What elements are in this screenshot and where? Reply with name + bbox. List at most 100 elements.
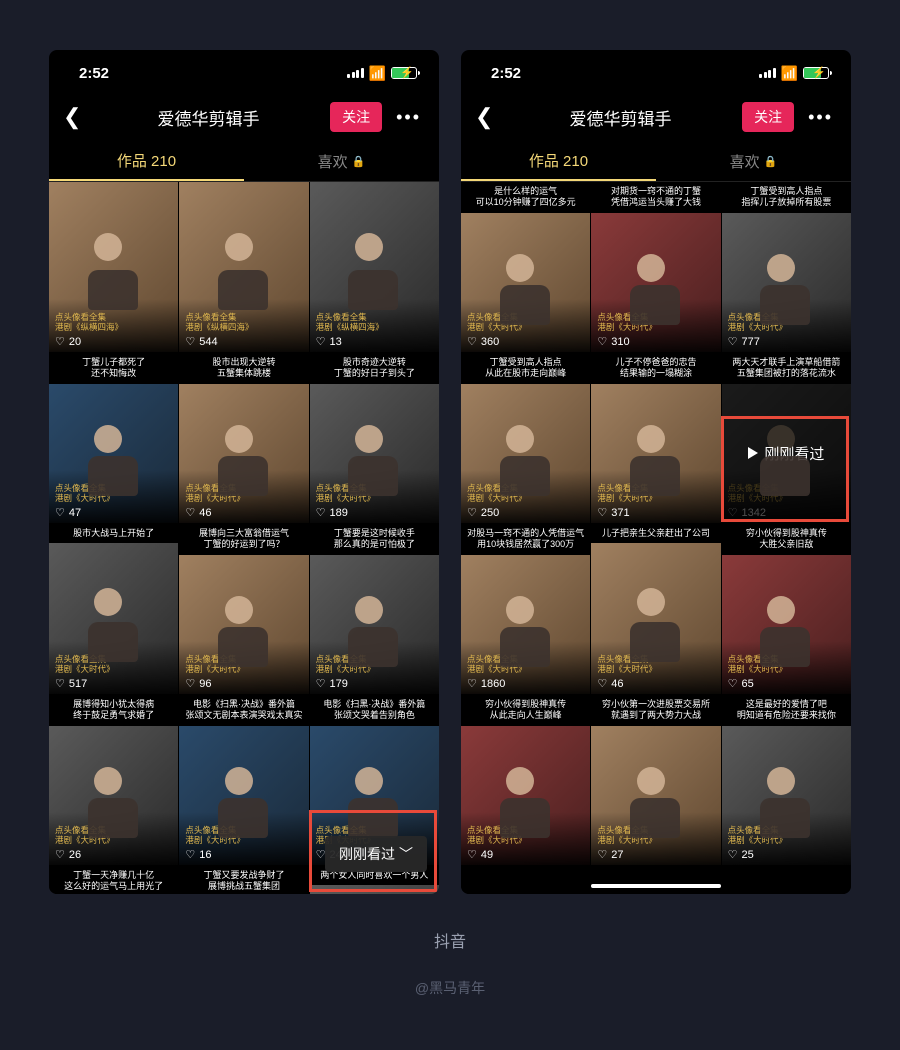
just-watched-overlay[interactable]: 刚刚看过: [722, 384, 851, 524]
like-count: ♡13: [316, 335, 433, 348]
video-cell[interactable]: 点头像看全集港剧《纵横四海》♡20: [49, 182, 178, 352]
video-cell[interactable]: 丁蟹一天净赚几十亿 这么好的运气马上用光了点头像看全集港剧《大时代》: [49, 866, 178, 894]
heart-icon: ♡: [467, 335, 477, 348]
like-count: ♡179: [316, 677, 433, 690]
video-cell[interactable]: 丁蟹儿子都死了 还不知悔改点头像看全集港剧《大时代》♡47: [49, 353, 178, 523]
series-label: 点头像看全集港剧《大时代》: [55, 484, 172, 504]
like-count: ♡777: [728, 335, 845, 348]
more-button[interactable]: •••: [392, 107, 425, 128]
just-watched-pill[interactable]: 刚刚看过﹀: [325, 836, 427, 872]
video-cell[interactable]: 儿子把亲生父亲赶出了公司点头像看全集港剧《大时代》♡46: [591, 524, 720, 694]
video-cell[interactable]: 股市出现大逆转 五蟹集体跳楼点头像看全集港剧《大时代》♡46: [179, 353, 308, 523]
heart-icon: ♡: [467, 677, 477, 690]
back-button[interactable]: ❮: [475, 104, 499, 130]
series-label: 点头像看全集港剧《纵横四海》: [185, 313, 302, 333]
series-label: 点头像看全集港剧《大时代》: [467, 484, 584, 504]
video-thumbnail: 点头像看全集港剧《大时代》♡46: [179, 384, 308, 524]
series-label: 点头像看全集港剧《大时代》: [467, 313, 584, 333]
video-thumbnail: 点头像看全集港剧《大时代》♡16: [179, 726, 308, 866]
like-count: ♡189: [316, 506, 433, 519]
video-cell[interactable]: 丁蟹受到高人指点 指挥儿子放掉所有股票点头像看全集港剧《大时代》 ♡777: [722, 182, 851, 352]
video-cell[interactable]: 点头像看全集港剧《纵横四海》♡13: [310, 182, 439, 352]
wifi-icon: 📶: [781, 65, 798, 82]
back-button[interactable]: ❮: [63, 104, 87, 130]
video-title: 两大天才联手上演草船借箭 五蟹集团被打的落花流水: [722, 353, 851, 384]
video-title: 对期货一窍不通的丁蟹 凭借鸿运当头赚了大钱: [591, 182, 720, 213]
video-cell[interactable]: 电影《扫黑·决战》番外篇 张颂文无剧本表演哭戏太真实点头像看全集港剧《大时代》♡…: [179, 695, 308, 865]
video-cell[interactable]: 穷小伙第一次进股票交易所 就遇到了两大势力大战点头像看全集港剧《大时代》♡27: [591, 695, 720, 865]
like-count: ♡46: [185, 506, 302, 519]
follow-button[interactable]: 关注: [742, 102, 794, 132]
heart-icon: ♡: [316, 506, 326, 519]
video-title: 丁蟹一天净赚几十亿 这么好的运气马上用光了: [49, 866, 178, 894]
video-meta: 点头像看全集港剧《大时代》♡250: [461, 470, 590, 523]
series-label: 点头像看全集港剧《大时代》: [728, 313, 845, 333]
video-thumbnail: 点头像看全集港剧《大时代》♡517: [49, 543, 178, 694]
phone-left: 2:52 📶 ⚡ ❮ 爱德华剪辑手 关注 ••• 作品 210 喜欢🔒 点头像看…: [49, 50, 439, 894]
video-meta: 点头像看全集港剧《大时代》♡371: [591, 470, 720, 523]
tab-works[interactable]: 作品 210: [461, 142, 656, 181]
heart-icon: ♡: [55, 335, 65, 348]
like-count: ♡371: [597, 506, 714, 519]
video-cell[interactable]: 丁蟹要是这时候收手 那么真的是可怕极了点头像看全集港剧《大时代》♡179: [310, 524, 439, 694]
heart-icon: ♡: [185, 506, 195, 519]
video-thumbnail: 点头像看全集港剧《大时代》♡189: [310, 384, 439, 524]
video-title: 穷小伙得到股神真传 大胜父亲旧敌: [722, 524, 851, 555]
signal-icon: [347, 68, 364, 78]
video-cell[interactable]: 是什么样的运气 可以10分钟赚了四亿多元点头像看全集港剧《大时代》♡360: [461, 182, 590, 352]
series-label: 点头像看全集港剧《大时代》: [728, 655, 845, 675]
heart-icon: ♡: [467, 848, 477, 861]
heart-icon: ♡: [597, 506, 607, 519]
video-cell[interactable]: 穷小伙得到股神真传 从此走向人生巅峰点头像看全集港剧《大时代》♡49: [461, 695, 590, 865]
video-meta: 点头像看全集港剧《大时代》♡16: [179, 812, 308, 865]
series-label: 点头像看全集港剧《大时代》: [55, 655, 172, 675]
video-thumbnail: 点头像看全集港剧《大时代》♡65: [722, 555, 851, 695]
video-meta: 点头像看全集港剧《大时代》♡25: [722, 812, 851, 865]
home-indicator[interactable]: [591, 884, 721, 888]
tab-likes[interactable]: 喜欢🔒: [244, 142, 439, 181]
video-cell[interactable]: 丁蟹受到高人指点 从此在股市走向巅峰点头像看全集港剧《大时代》♡250: [461, 353, 590, 523]
tab-likes[interactable]: 喜欢🔒: [656, 142, 851, 181]
video-title: 是什么样的运气 可以10分钟赚了四亿多元: [461, 182, 590, 213]
video-thumbnail: 点头像看全集港剧《大时代》♡26: [49, 726, 178, 866]
signal-icon: [759, 68, 776, 78]
profile-username: 爱德华剪辑手: [97, 105, 320, 130]
profile-tabs: 作品 210 喜欢🔒: [461, 142, 851, 182]
video-title: 股市出现大逆转 五蟹集体跳楼: [179, 353, 308, 384]
video-cell[interactable]: 点头像看全集港剧《纵横四海》♡544: [179, 182, 308, 352]
video-cell[interactable]: 这是最好的爱情了吧 明知道有危险还要来找你点头像看全集港剧《大时代》♡25: [722, 695, 851, 865]
video-cell[interactable]: 两大天才联手上演草船借箭 五蟹集团被打的落花流水点头像看全集港剧《大时代》♡13…: [722, 353, 851, 523]
video-cell[interactable]: 对期货一窍不通的丁蟹 凭借鸿运当头赚了大钱点头像看全集港剧《大时代》♡310: [591, 182, 720, 352]
video-meta: 点头像看全集港剧《大时代》♡1860: [461, 641, 590, 694]
video-cell[interactable]: 股市大战马上开始了点头像看全集港剧《大时代》♡517: [49, 524, 178, 694]
video-thumbnail: 点头像看全集港剧《大时代》 ♡777: [722, 213, 851, 353]
series-label: 点头像看全集港剧《大时代》: [467, 826, 584, 846]
video-cell[interactable]: 对股马一窍不通的人凭借运气 用10块钱居然赢了300万点头像看全集港剧《大时代》…: [461, 524, 590, 694]
video-cell[interactable]: 儿子不停爸爸的忠告 结果输的一塌糊涂点头像看全集港剧《大时代》♡371: [591, 353, 720, 523]
video-cell[interactable]: 展博向三大富翁借运气 丁蟹的好运到了吗？点头像看全集港剧《大时代》♡96: [179, 524, 308, 694]
heart-icon: ♡: [597, 848, 607, 861]
video-meta: 点头像看全集港剧《大时代》♡96: [179, 641, 308, 694]
video-title: 丁蟹受到高人指点 指挥儿子放掉所有股票: [722, 182, 851, 213]
tab-works[interactable]: 作品 210: [49, 142, 244, 181]
video-meta: 点头像看全集港剧《大时代》♡189: [310, 470, 439, 523]
video-cell[interactable]: 丁蟹又要发战争财了 展博挑战五蟹集团点头像看全集港剧《大时代》: [179, 866, 308, 894]
series-label: 点头像看全集港剧《大时代》: [316, 655, 433, 675]
video-title: 丁蟹儿子都死了 还不知悔改: [49, 353, 178, 384]
video-cell[interactable]: 展博得知小犹太得病 终于鼓足勇气求婚了点头像看全集港剧《大时代》♡26: [49, 695, 178, 865]
series-label: 点头像看全集港剧《大时代》: [55, 826, 172, 846]
video-cell[interactable]: 穷小伙得到股神真传 大胜父亲旧敌点头像看全集港剧《大时代》♡65: [722, 524, 851, 694]
follow-button[interactable]: 关注: [330, 102, 382, 132]
heart-icon: ♡: [55, 677, 65, 690]
video-cell[interactable]: 股市奇迹大逆转 丁蟹的好日子到头了点头像看全集港剧《大时代》♡189: [310, 353, 439, 523]
heart-icon: ♡: [185, 677, 195, 690]
video-grid[interactable]: 是什么样的运气 可以10分钟赚了四亿多元点头像看全集港剧《大时代》♡360对期货…: [461, 182, 851, 894]
video-grid[interactable]: 点头像看全集港剧《纵横四海》♡20点头像看全集港剧《纵横四海》♡544点头像看全…: [49, 182, 439, 894]
more-button[interactable]: •••: [804, 107, 837, 128]
like-count: ♡49: [467, 848, 584, 861]
video-meta: 点头像看全集港剧《纵横四海》♡13: [310, 299, 439, 352]
battery-icon: ⚡: [803, 67, 829, 79]
series-label: 点头像看全集港剧《大时代》: [185, 826, 302, 846]
heart-icon: ♡: [55, 848, 65, 861]
video-meta: 点头像看全集港剧《大时代》♡26: [49, 812, 178, 865]
